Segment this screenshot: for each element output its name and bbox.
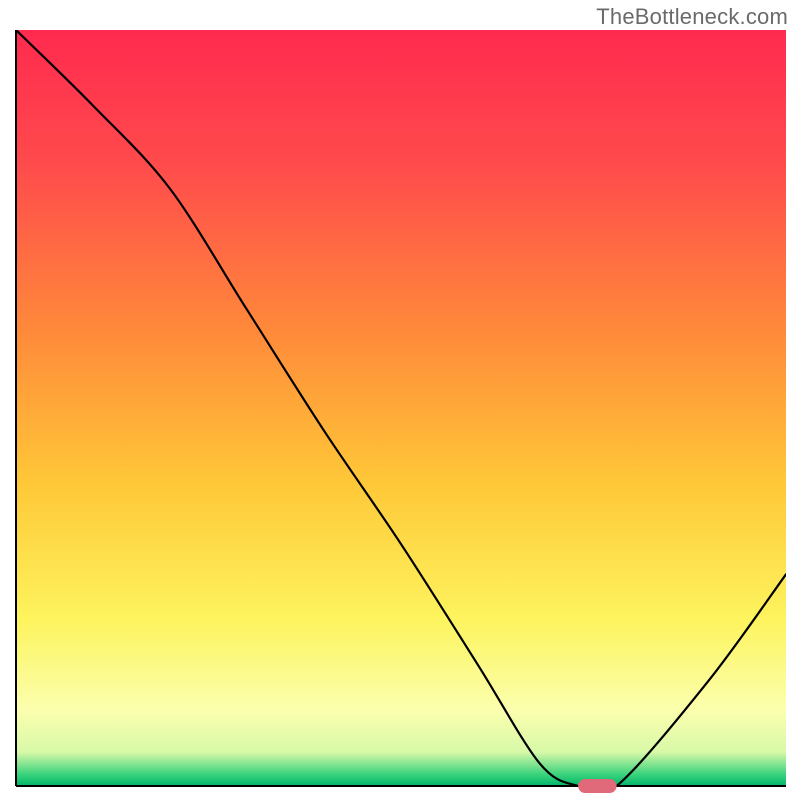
optimal-marker bbox=[578, 779, 617, 793]
chart-svg bbox=[0, 0, 800, 800]
bottleneck-chart: TheBottleneck.com bbox=[0, 0, 800, 800]
watermark-label: TheBottleneck.com bbox=[596, 4, 788, 30]
